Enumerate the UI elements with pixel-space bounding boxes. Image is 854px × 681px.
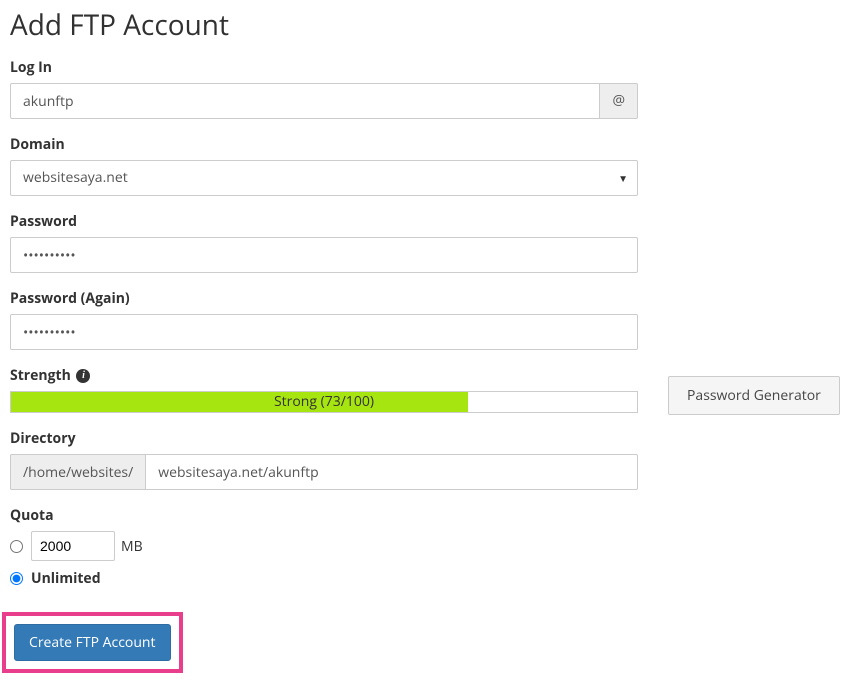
domain-label: Domain	[10, 135, 638, 154]
password-again-group: Password (Again)	[10, 289, 638, 350]
at-addon: @	[600, 83, 638, 119]
password-generator-button[interactable]: Password Generator	[668, 376, 840, 415]
password-group: Password	[10, 212, 638, 273]
page-title: Add FTP Account	[10, 6, 844, 44]
quota-unlimited-radio[interactable]	[10, 572, 23, 585]
submit-highlight: Create FTP Account	[2, 612, 183, 673]
quota-label: Quota	[10, 506, 638, 525]
password-label: Password	[10, 212, 638, 231]
directory-input[interactable]	[145, 454, 638, 490]
directory-prefix: /home/websites/	[10, 454, 145, 490]
quota-unlimited-row: Unlimited	[10, 569, 638, 588]
quota-group: Quota MB Unlimited	[10, 506, 638, 588]
password-input[interactable]	[10, 237, 638, 273]
login-label: Log In	[10, 58, 638, 77]
strength-text: Strong (73/100)	[11, 392, 637, 412]
side-column: Password Generator	[668, 58, 840, 415]
strength-label: Strength i	[10, 366, 638, 385]
directory-label: Directory	[10, 429, 638, 448]
strength-meter: Strong (73/100)	[10, 391, 638, 413]
domain-group: Domain websitesaya.net ▼	[10, 135, 638, 196]
strength-group: Strength i Strong (73/100)	[10, 366, 638, 413]
login-group: Log In @	[10, 58, 638, 119]
directory-group: Directory /home/websites/	[10, 429, 638, 490]
quota-limited-radio[interactable]	[10, 540, 23, 553]
quota-unit: MB	[121, 537, 143, 556]
password-again-label: Password (Again)	[10, 289, 638, 308]
login-input[interactable]	[10, 83, 600, 119]
quota-value-input[interactable]	[31, 531, 115, 561]
domain-select[interactable]: websitesaya.net	[10, 160, 638, 196]
quota-limited-row: MB	[10, 531, 638, 561]
form-column: Log In @ Domain websitesaya.net ▼ Passwo…	[10, 58, 638, 673]
quota-unlimited-label: Unlimited	[31, 569, 101, 588]
create-ftp-account-button[interactable]: Create FTP Account	[14, 624, 171, 661]
password-again-input[interactable]	[10, 314, 638, 350]
info-icon: i	[76, 369, 90, 383]
